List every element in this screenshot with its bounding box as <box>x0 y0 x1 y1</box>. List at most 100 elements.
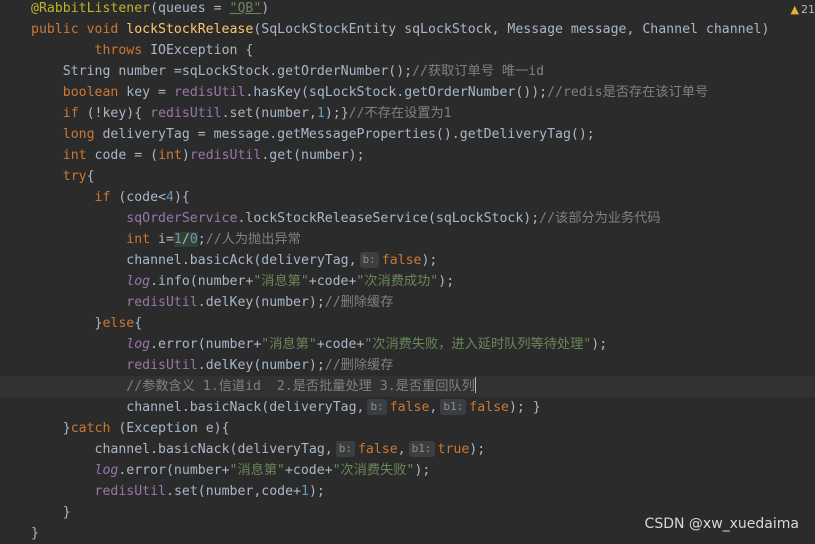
keyword: false <box>357 442 398 457</box>
code-line[interactable]: channel.basicAck(deliveryTag, b: false); <box>31 250 815 271</box>
field: redisUtil <box>94 484 166 499</box>
code-token: ) <box>181 148 190 163</box>
field: redisUtil <box>173 85 246 100</box>
annotation: @RabbitListener <box>31 1 151 16</box>
keyword: int <box>126 232 159 247</box>
text-caret <box>474 377 476 393</box>
keyword: false <box>469 400 509 415</box>
code-token: ); } <box>508 400 541 415</box>
code-token: ); <box>421 253 438 268</box>
code-line[interactable]: try{ <box>31 166 815 187</box>
editor-gutter[interactable] <box>0 0 22 544</box>
code-line[interactable]: }catch (Exception e){ <box>31 418 815 439</box>
code-line[interactable]: throws IOException { <box>31 40 815 61</box>
field: sqOrderService <box>126 211 238 226</box>
keyword: public void <box>31 22 127 37</box>
code-token: } <box>62 505 71 520</box>
string-literal: "QB" <box>229 1 262 16</box>
code-token: deliveryTag = message.getMessageProperti… <box>102 127 595 142</box>
code-line[interactable]: redisUtil.delKey(number);//删除缓存 <box>31 292 815 313</box>
code-line[interactable]: channel.basicNack(deliveryTag, b: false, b1… <box>31 439 815 460</box>
field: log <box>126 337 151 352</box>
keyword: try <box>62 169 87 184</box>
keyword: if <box>62 106 87 121</box>
code-token: ; <box>197 232 206 247</box>
comment: //获取订单号 唯一id <box>412 64 545 79</box>
code-line[interactable]: int i=1/0;//人为抛出异常 <box>31 229 815 250</box>
comment: //不存在设置为1 <box>348 106 452 121</box>
code-token: (Exception e){ <box>118 421 230 436</box>
number-literal: 1 <box>173 232 182 247</box>
comment: //人为抛出异常 <box>205 232 301 247</box>
code-token: channel.basicNack(deliveryTag, <box>126 400 365 415</box>
keyword: false <box>389 400 430 415</box>
parameter-hint: b: <box>367 399 387 415</box>
code-line[interactable]: log.info(number+"消息第"+code+"次消费成功"); <box>31 271 815 292</box>
keyword: true <box>437 442 470 457</box>
watermark: CSDN @xw_xuedaima <box>644 516 799 532</box>
code-line[interactable]: channel.basicNack(deliveryTag, b: false, b1… <box>31 397 815 418</box>
code-token: code = ( <box>94 148 159 163</box>
number-literal: 1 <box>300 484 309 499</box>
keyword: false <box>381 253 422 268</box>
code-line[interactable]: log.error(number+"消息第"+code+"次消费失败，进入延时队… <box>31 334 815 355</box>
field: redisUtil <box>189 148 262 163</box>
field: redisUtil <box>150 106 222 121</box>
current-code-line[interactable]: //参数含义 1.信道id 2.是否批量处理 3.是否重回队列 <box>0 376 815 397</box>
keyword: boolean <box>62 85 127 100</box>
code-token: channel.basicNack(deliveryTag, <box>94 442 333 457</box>
code-token: +code+ <box>284 463 333 478</box>
code-token: key = <box>126 85 174 100</box>
code-token: .set(number,code+ <box>166 484 301 499</box>
comment: //删除缓存 <box>324 358 394 373</box>
code-line[interactable]: if (!key){ redisUtil.set(number,1);}//不存… <box>31 103 815 124</box>
code-token: +code+ <box>316 337 365 352</box>
keyword: long <box>62 127 103 142</box>
code-token: );} <box>324 106 349 121</box>
code-token: +code+ <box>308 274 357 289</box>
code-area[interactable]: @RabbitListener(queues = "QB") public vo… <box>0 0 815 544</box>
string-literal: "消息第" <box>261 337 317 352</box>
code-line[interactable]: int code = (int)redisUtil.get(number); <box>31 145 815 166</box>
string-literal: "次消费失败" <box>332 463 415 478</box>
code-line[interactable]: String number =sqLockStock.getOrderNumbe… <box>31 61 815 82</box>
code-token: .hasKey(sqLockStock.getOrderNumber()); <box>245 85 548 100</box>
comment: //redis是否存在该订单号 <box>547 85 709 100</box>
code-token: .delKey(number); <box>197 358 325 373</box>
code-line[interactable]: @RabbitListener(queues = "QB") <box>31 0 815 19</box>
number-literal: 0 <box>189 232 198 247</box>
code-token: , <box>429 400 438 415</box>
code-token: .set(number, <box>221 106 317 121</box>
code-line[interactable]: long deliveryTag = message.getMessagePro… <box>31 124 815 145</box>
parameter-hint: b1: <box>408 441 435 457</box>
code-line[interactable]: redisUtil.delKey(number);//删除缓存 <box>31 355 815 376</box>
comment: //删除缓存 <box>324 295 394 310</box>
code-token: ){ <box>173 190 190 205</box>
code-line[interactable]: sqOrderService.lockStockReleaseService(s… <box>31 208 815 229</box>
field: redisUtil <box>126 295 198 310</box>
code-token: String number =sqLockStock.getOrderNumbe… <box>62 64 413 79</box>
code-token: ) <box>261 1 270 16</box>
code-line[interactable]: }else{ <box>31 313 815 334</box>
keyword: int <box>158 148 182 163</box>
code-token: { <box>134 316 143 331</box>
keyword: throws <box>94 43 151 58</box>
code-line[interactable]: if (code<4){ <box>31 187 815 208</box>
keyword: else <box>102 316 135 331</box>
code-line[interactable]: log.error(number+"消息第"+code+"次消费失败"); <box>31 460 815 481</box>
string-literal: "次消费失败，进入延时队列等待处理" <box>364 337 592 352</box>
field: log <box>94 463 119 478</box>
code-token: } <box>62 421 71 436</box>
code-editor[interactable]: ▲ 21 @RabbitListener(queues = "QB") publi… <box>0 0 815 544</box>
code-line[interactable]: redisUtil.set(number,code+1); <box>31 481 815 502</box>
code-line[interactable]: boolean key = redisUtil.hasKey(sqLockSto… <box>31 82 815 103</box>
code-token: .error(number+ <box>150 337 262 352</box>
keyword: int <box>62 148 95 163</box>
number-literal: 1 <box>316 106 325 121</box>
string-literal: "消息第" <box>229 463 285 478</box>
code-token: (code< <box>118 190 166 205</box>
code-token: IOException { <box>150 43 254 58</box>
code-line[interactable]: public void lockStockRelease(SqLockStock… <box>31 19 815 40</box>
code-token: ); <box>591 337 608 352</box>
parameter-hint: b: <box>335 441 355 457</box>
